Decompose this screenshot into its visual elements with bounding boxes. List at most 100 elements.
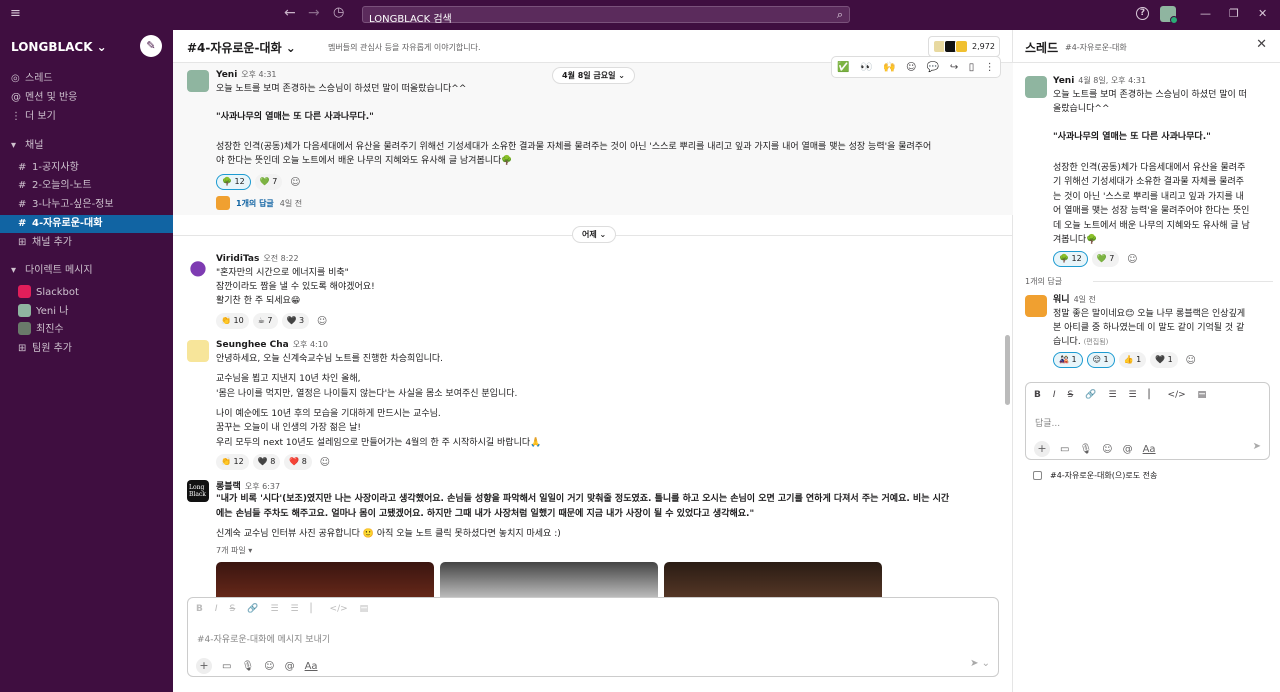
sidebar-item-more[interactable]: ⋮ 더 보기 — [0, 108, 173, 126]
reaction-pill[interactable]: 💚 7 — [1091, 251, 1120, 267]
ordered-list-icon[interactable]: ☰ — [270, 604, 278, 614]
thread-replies[interactable]: 1개의 답글 4일 전 — [216, 196, 302, 210]
avatar[interactable]: ● — [187, 256, 209, 278]
sidebar-item-threads[interactable]: ◎ 스레드 — [0, 70, 173, 88]
add-channel-button[interactable]: ⊞ 채널 추가 — [0, 234, 173, 252]
channel-name[interactable]: #4-자유로운-대화 ⌄ — [187, 39, 296, 56]
back-arrow-icon[interactable]: ← — [284, 5, 296, 21]
video-icon[interactable]: ▭ — [222, 661, 231, 672]
image-thumbnail[interactable] — [440, 562, 658, 602]
add-reaction-icon[interactable]: ☺ — [1182, 355, 1200, 366]
link-icon[interactable]: 🔗 — [1085, 390, 1096, 400]
add-reaction-icon[interactable]: ☺ — [316, 457, 334, 468]
format-toggle[interactable]: Aa — [1143, 444, 1156, 455]
mention-icon[interactable]: @ — [285, 661, 295, 672]
reaction-pill[interactable]: 💚 7 — [254, 174, 283, 190]
mic-icon[interactable]: 🎙 — [241, 661, 254, 672]
emoji-icon[interactable]: ☺ — [264, 661, 274, 672]
bullet-list-icon[interactable]: ☰ — [291, 604, 299, 614]
close-icon[interactable]: ✕ — [1256, 37, 1267, 52]
ordered-list-icon[interactable]: ☰ — [1108, 390, 1116, 400]
reaction-pill[interactable]: 😌 1 — [1086, 352, 1115, 368]
add-reaction-icon[interactable]: ☺ — [286, 177, 304, 188]
plus-icon[interactable]: + — [1034, 441, 1050, 457]
sidebar-item-yeni[interactable]: Yeni 나 — [0, 303, 173, 321]
history-icon[interactable]: ◷ — [333, 5, 344, 20]
reaction-pill[interactable]: 👏 10 — [216, 313, 249, 329]
workspace-name[interactable]: LONGBLACK ⌄ — [11, 40, 107, 54]
members-button[interactable]: 2,972 — [928, 36, 1000, 57]
more-icon[interactable]: ⋮ — [985, 62, 995, 73]
code-icon[interactable]: </> — [330, 604, 348, 614]
link-icon[interactable]: 🔗 — [247, 604, 258, 614]
message-author[interactable]: Seunghee Cha 오후 4:10 — [216, 339, 328, 350]
date-divider[interactable]: 어제 ⌄ — [572, 226, 617, 243]
raised-hands-icon[interactable]: 🙌 — [883, 62, 895, 73]
reaction-pill[interactable]: ❤️ 8 — [284, 454, 312, 470]
reaction-pill[interactable]: 👏 12 — [216, 454, 249, 470]
add-reaction-icon[interactable]: ☺ — [313, 316, 331, 327]
image-thumbnail[interactable] — [216, 562, 434, 602]
scrollbar[interactable] — [1005, 335, 1010, 405]
close-window-icon[interactable]: ✕ — [1258, 7, 1267, 20]
restore-icon[interactable]: ❐ — [1229, 7, 1239, 20]
avatar[interactable] — [187, 70, 209, 92]
reaction-pill[interactable]: 👍 1 — [1118, 352, 1147, 368]
image-thumbnail[interactable] — [664, 562, 882, 602]
message-author[interactable]: 워니 4일 전 — [1053, 293, 1271, 307]
video-icon[interactable]: ▭ — [1060, 444, 1069, 455]
code-block-icon[interactable]: ▤ — [1198, 390, 1207, 400]
mention-icon[interactable]: @ — [1123, 444, 1133, 455]
eyes-icon[interactable]: 👀 — [860, 62, 872, 73]
sidebar-item-channel-4[interactable]: #4-자유로운-대화 — [0, 215, 173, 233]
bold-icon[interactable]: B — [196, 604, 203, 614]
sidebar-item-channel-1[interactable]: #1-공지사항 — [0, 159, 173, 177]
sidebar-item-mentions[interactable]: @ 멘션 및 반응 — [0, 89, 173, 107]
reaction-pill[interactable]: 🌳 12 — [216, 174, 251, 190]
also-send-option[interactable]: #4-자유로운-대화(으)로도 전송 — [1033, 470, 1157, 481]
forward-arrow-icon[interactable]: → — [308, 5, 320, 21]
help-icon[interactable]: ? — [1136, 7, 1149, 20]
dm-section-header[interactable]: ▾ 다이렉트 메시지 — [0, 262, 173, 280]
avatar[interactable] — [1025, 76, 1047, 98]
bold-icon[interactable]: B — [1034, 390, 1041, 400]
code-icon[interactable]: </> — [1168, 390, 1186, 400]
reaction-pill[interactable]: 🖤 3 — [281, 313, 310, 329]
bookmark-icon[interactable]: ▯ — [969, 62, 975, 73]
reply-input[interactable]: 답글... — [1035, 416, 1060, 429]
reaction-pill[interactable]: 🌳 12 — [1053, 251, 1088, 267]
sidebar-item-slackbot[interactable]: Slackbot — [0, 284, 173, 302]
share-icon[interactable]: ↪ — [950, 62, 958, 73]
sidebar-item-channel-3[interactable]: #3-나누고-싶은-정보 — [0, 196, 173, 214]
format-toggle[interactable]: Aa — [305, 661, 318, 672]
logo[interactable]: Long Black — [187, 480, 209, 502]
avatar[interactable] — [1025, 295, 1047, 317]
plus-icon[interactable]: + — [196, 658, 212, 674]
mic-icon[interactable]: 🎙 — [1079, 444, 1092, 455]
minimize-icon[interactable]: — — [1200, 7, 1211, 20]
sidebar-item-channel-2[interactable]: #2-오늘의-노트 — [0, 177, 173, 195]
search-input[interactable]: LONGBLACK 검색 ⌕ — [362, 6, 850, 25]
channels-section-header[interactable]: ▾ 채널 — [0, 137, 173, 155]
add-reaction-icon[interactable]: ☺ — [906, 62, 916, 73]
avatar[interactable] — [1160, 6, 1178, 24]
emoji-icon[interactable]: ☺ — [1102, 444, 1112, 455]
reply-icon[interactable]: 💬 — [927, 62, 939, 73]
message-author[interactable]: Yeni 4월 8일, 오후 4:31 — [1053, 74, 1271, 88]
italic-icon[interactable]: I — [1053, 390, 1056, 400]
add-reaction-icon[interactable]: ☺ — [1123, 254, 1141, 265]
quote-icon[interactable]: ▏ — [1149, 390, 1156, 400]
sidebar-item-dm-3[interactable]: 최진수 — [0, 321, 173, 339]
quote-icon[interactable]: ▏ — [311, 604, 318, 614]
reaction-pill[interactable]: ☕ 7 — [252, 313, 278, 329]
checkbox[interactable] — [1033, 471, 1042, 480]
reaction-pill[interactable]: 🖤 1 — [1150, 352, 1178, 368]
reaction-pill[interactable]: 🖤 8 — [252, 454, 281, 470]
menu-icon[interactable]: ≡ — [10, 6, 21, 21]
compose-button[interactable]: ✎ — [140, 35, 162, 57]
strike-icon[interactable]: S — [1068, 390, 1074, 400]
strike-icon[interactable]: S — [230, 604, 236, 614]
send-icon[interactable]: ➤ ⌄ — [970, 658, 990, 669]
reaction-pill[interactable]: 🎎 1 — [1053, 352, 1083, 368]
thread-channel[interactable]: #4-자유로운-대화 — [1065, 42, 1127, 53]
